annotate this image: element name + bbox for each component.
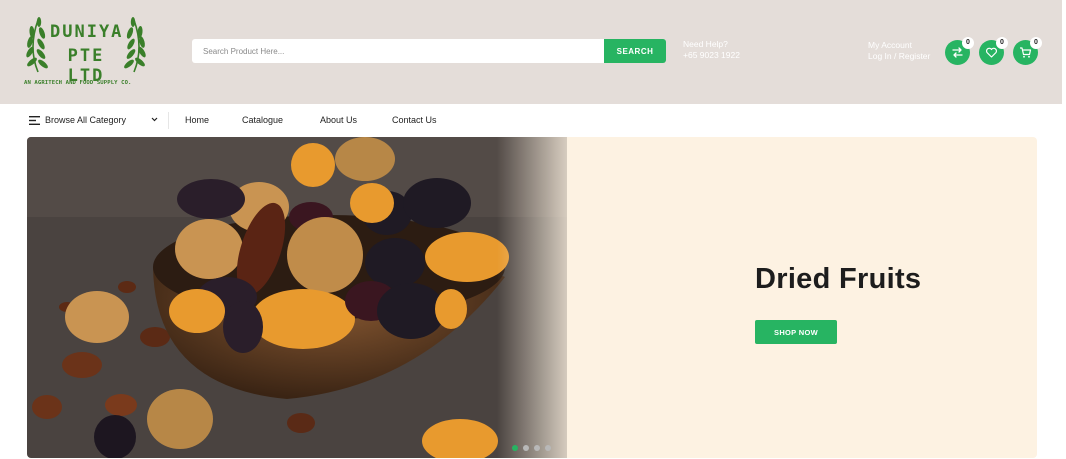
main-nav: Browse All Category Home Catalogue About… (0, 104, 1066, 136)
login-register-link[interactable]: Log In / Register (868, 51, 930, 62)
slider-dot-4[interactable] (545, 445, 551, 451)
nav-divider (168, 112, 169, 129)
hero-title: Dried Fruits (755, 263, 922, 295)
slider-pagination (512, 445, 554, 453)
logo-line-1: DUNIYA (50, 22, 124, 42)
slider-dot-1[interactable] (512, 445, 518, 451)
hero-image (27, 137, 587, 458)
nav-link-about-us[interactable]: About Us (320, 115, 357, 125)
nav-link-home[interactable]: Home (185, 115, 209, 125)
compare-count-badge: 0 (962, 37, 974, 49)
compare-button[interactable]: 0 (945, 37, 974, 65)
browse-category-label: Browse All Category (45, 115, 127, 125)
wishlist-count-badge: 0 (996, 37, 1008, 49)
chevron-down-icon (151, 117, 158, 122)
browse-category-dropdown[interactable]: Browse All Category (27, 112, 161, 129)
account-menu: My Account Log In / Register (868, 40, 930, 62)
cart-icon (1020, 47, 1032, 58)
help-phone[interactable]: +65 9023 1922 (683, 50, 740, 61)
help-label: Need Help? (683, 39, 728, 49)
wishlist-button[interactable]: 0 (979, 37, 1008, 65)
hero-slider: Dried Fruits SHOP NOW (27, 137, 1037, 458)
cart-count-badge: 0 (1030, 37, 1042, 49)
top-header: DUNIYA PTE LTD AN AGRITECH AND FOOD SUPP… (0, 0, 1062, 104)
search-input[interactable] (192, 39, 604, 63)
help-contact: Need Help? +65 9023 1922 (683, 39, 740, 61)
slider-dot-2[interactable] (523, 445, 529, 451)
cart-button[interactable]: 0 (1013, 37, 1042, 65)
heart-icon (985, 47, 998, 58)
search-button[interactable]: SEARCH (604, 39, 666, 63)
site-logo[interactable]: DUNIYA PTE LTD AN AGRITECH AND FOOD SUPP… (24, 12, 148, 92)
menu-icon (29, 116, 40, 125)
shop-now-button[interactable]: SHOP NOW (755, 320, 837, 344)
nav-link-contact-us[interactable]: Contact Us (392, 115, 437, 125)
search-bar: SEARCH (192, 39, 666, 63)
nav-link-catalogue[interactable]: Catalogue (242, 115, 283, 125)
logo-tagline: AN AGRITECH AND FOOD SUPPLY CO. (24, 80, 132, 86)
compare-icon (952, 47, 963, 58)
slider-dot-3[interactable] (534, 445, 540, 451)
account-label: My Account (868, 40, 912, 50)
